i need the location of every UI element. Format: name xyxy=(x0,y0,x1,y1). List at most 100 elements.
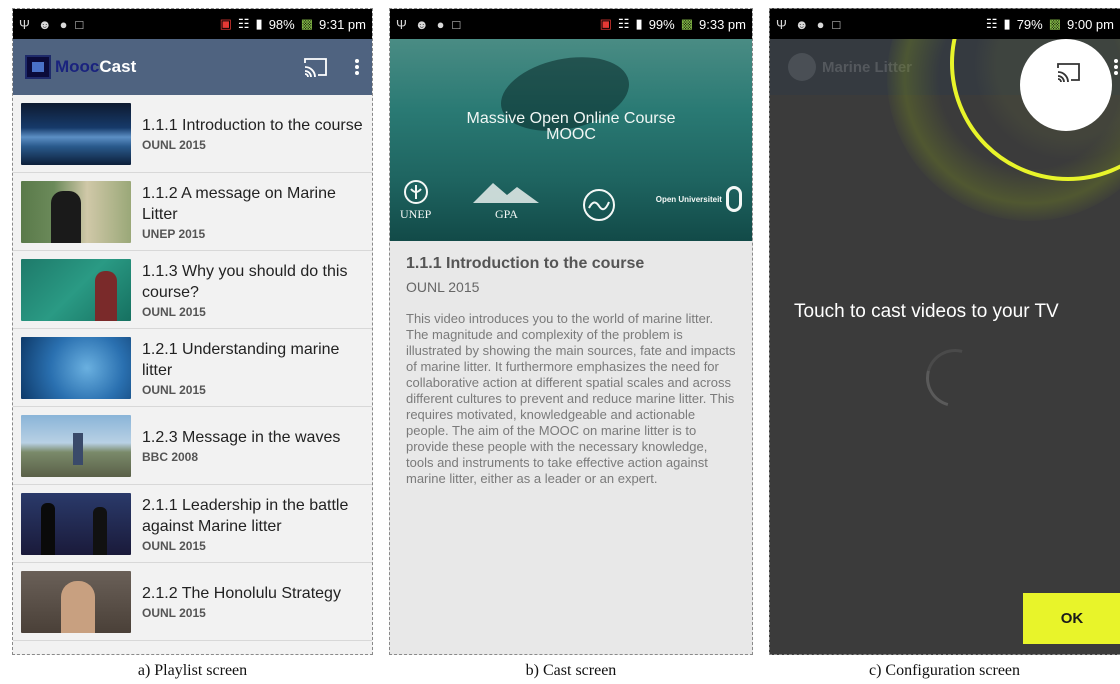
cast-icon[interactable] xyxy=(1057,62,1081,82)
battery-icon: ▩ xyxy=(1048,16,1062,31)
hero-title-line1: Massive Open Online Course xyxy=(466,110,676,127)
unep-label: UNEP xyxy=(400,207,432,221)
storage-icon: □ xyxy=(452,16,461,32)
video-thumbnail xyxy=(21,102,131,165)
video-thumbnail xyxy=(21,180,131,243)
gpa-logo: GPA xyxy=(471,179,541,222)
video-title: 1.1.2 A message on Marine Litter xyxy=(142,184,336,223)
cast-icon[interactable] xyxy=(304,57,328,77)
signal-icon: ▮ xyxy=(635,16,643,31)
video-title: 1.1.1 Introduction to the course xyxy=(142,117,363,134)
more-vert-icon[interactable] xyxy=(354,58,360,76)
video-title: 2.1.1 Leadership in the battle against M… xyxy=(142,496,349,535)
list-item[interactable]: 1.1.1 Introduction to the course OUNL 20… xyxy=(13,95,372,173)
caption-playlist: a) Playlist screen xyxy=(137,662,248,679)
wifi-icon: ☷ xyxy=(237,16,250,31)
storage-icon: □ xyxy=(832,16,841,32)
video-source: OUNL 2015 xyxy=(142,538,206,553)
battery-level: 99% xyxy=(648,16,675,32)
loading-spinner xyxy=(915,338,995,418)
ou-logo: Open Universiteit xyxy=(656,186,742,212)
video-thumbnail xyxy=(21,570,131,633)
video-thumbnail xyxy=(21,336,131,399)
list-item[interactable]: 1.2.1 Understanding marine litter OUNL 2… xyxy=(13,329,372,407)
video-description: This video introduces you to the world o… xyxy=(406,311,736,486)
usb-icon: Ψ xyxy=(19,16,30,32)
list-item[interactable]: 1.1.2 A message on Marine Litter UNEP 20… xyxy=(13,173,372,251)
cast-status-icon: ▣ xyxy=(219,16,232,31)
tv-logo-icon xyxy=(25,55,51,79)
partner-logos: UNEP GPA Open Universiteit xyxy=(400,179,742,222)
video-title: 1.2.3 Message in the waves xyxy=(142,429,341,446)
status-bar: Ψ ☻ ● □ ▣ ☷ ▮ 99% ▩ 9:33 pm xyxy=(390,9,752,39)
ok-button[interactable]: OK xyxy=(1023,593,1120,644)
cast-spotlight[interactable] xyxy=(1020,39,1112,131)
signal-icon: ▮ xyxy=(1003,16,1011,31)
hero-title: Massive Open Online Course MOOC xyxy=(390,111,752,143)
battery-icon: ▩ xyxy=(680,16,694,31)
playlist: 1.1.1 Introduction to the course OUNL 20… xyxy=(13,95,372,654)
list-item[interactable]: 1.1.3 Why you should do this course? OUN… xyxy=(13,251,372,329)
video-title: 2.1.2 The Honolulu Strategy xyxy=(142,585,341,602)
app-icon xyxy=(788,53,816,81)
list-item[interactable]: 2.1.2 The Honolulu Strategy OUNL 2015 xyxy=(13,563,372,641)
video-hero-image[interactable]: Massive Open Online Course MOOC UNEP GPA… xyxy=(390,39,752,241)
video-details: 1.1.1 Introduction to the course OUNL 20… xyxy=(406,255,738,487)
list-item[interactable]: 1.2.3 Message in the waves BBC 2008 xyxy=(13,407,372,485)
playlist-screen: Ψ ☻ ● □ ▣ ☷ ▮ 98% ▩ 9:31 pm MoocCast 1.1… xyxy=(12,8,373,655)
video-source: OUNL 2015 xyxy=(406,279,480,295)
video-source: UNEP 2015 xyxy=(142,226,206,241)
wifi-icon: ☷ xyxy=(617,16,630,31)
configuration-screen: Ψ ☻ ● □ ☷ ▮ 79% ▩ 9:00 pm Marine Litter … xyxy=(769,8,1120,655)
battery-level: 79% xyxy=(1016,16,1043,32)
clock: 9:31 pm xyxy=(319,16,366,32)
app-bar: MoocCast xyxy=(13,39,372,95)
status-bar: Ψ ☻ ● □ ▣ ☷ ▮ 98% ▩ 9:31 pm xyxy=(13,9,372,39)
caption-configuration: c) Configuration screen xyxy=(868,662,1021,679)
video-source: OUNL 2015 xyxy=(142,304,206,319)
clock: 9:00 pm xyxy=(1067,16,1114,32)
video-title: 1.1.1 Introduction to the course xyxy=(406,255,645,272)
clock: 9:33 pm xyxy=(699,16,746,32)
cast-screen: Ψ ☻ ● □ ▣ ☷ ▮ 99% ▩ 9:33 pm Massive Open… xyxy=(389,8,753,655)
status-bar: Ψ ☻ ● □ ☷ ▮ 79% ▩ 9:00 pm xyxy=(770,9,1120,39)
video-source: OUNL 2015 xyxy=(142,382,206,397)
cast-tip-message: Touch to cast videos to your TV xyxy=(794,301,1059,322)
video-thumbnail xyxy=(21,414,131,477)
unep-emblem-icon xyxy=(403,180,428,204)
notification-icon: ● xyxy=(436,16,445,32)
unep-logo: UNEP xyxy=(400,179,431,222)
gpa-label: GPA xyxy=(495,207,518,221)
more-vert-icon[interactable] xyxy=(1113,58,1119,76)
usb-icon: Ψ xyxy=(776,16,787,32)
video-thumbnail xyxy=(21,492,131,555)
video-source: OUNL 2015 xyxy=(142,138,206,152)
android-icon: ☻ xyxy=(37,16,52,32)
video-source: OUNL 2015 xyxy=(142,606,206,620)
signal-icon: ▮ xyxy=(255,16,263,31)
video-title: 1.2.1 Understanding marine litter xyxy=(142,340,340,379)
video-thumbnail xyxy=(21,258,131,321)
storage-icon: □ xyxy=(75,16,84,32)
battery-icon: ▩ xyxy=(300,16,314,31)
list-item[interactable]: 2.1.1 Leadership in the battle against M… xyxy=(13,485,372,563)
app-name-part1: Mooc xyxy=(55,57,100,76)
ou-label: Open Universiteit xyxy=(655,194,722,204)
video-title: 1.1.3 Why you should do this course? xyxy=(142,262,348,301)
android-icon: ☻ xyxy=(414,16,429,32)
wave-emblem-icon xyxy=(582,189,615,221)
notification-icon: ● xyxy=(816,16,825,32)
ou-mark-icon xyxy=(725,186,742,212)
caption-cast: b) Cast screen xyxy=(525,662,617,679)
wifi-icon: ☷ xyxy=(985,16,998,31)
cast-status-icon: ▣ xyxy=(599,16,612,31)
app-logo: MoocCast xyxy=(25,55,136,79)
usb-icon: Ψ xyxy=(396,16,407,32)
cms-logo xyxy=(582,188,616,222)
hero-title-line2: MOOC xyxy=(546,126,596,143)
gpa-mountain-icon xyxy=(473,183,540,203)
video-source: BBC 2008 xyxy=(142,450,199,464)
android-icon: ☻ xyxy=(794,16,809,32)
battery-level: 98% xyxy=(268,16,295,32)
notification-icon: ● xyxy=(59,16,68,32)
